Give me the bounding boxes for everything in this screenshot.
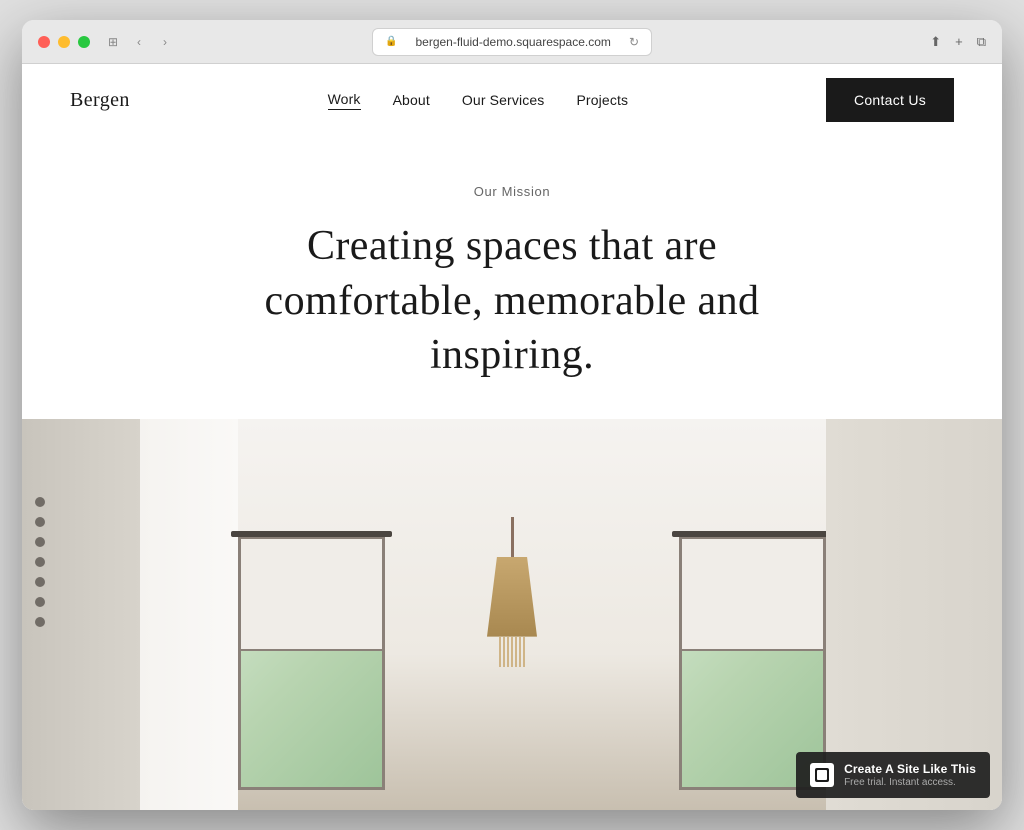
fringe-strand [499,637,501,667]
site-logo[interactable]: Bergen [70,89,130,112]
lock-icon: 🔒 [385,36,397,47]
hero-section: Our Mission Creating spaces that are com… [22,136,1002,419]
titlebar: ⊞ ‹ › 🔒 bergen-fluid-demo.squarespace.co… [22,20,1002,64]
hanging-decoration [487,517,537,667]
hanging-body [487,557,537,637]
url-text: bergen-fluid-demo.squarespace.com [403,35,622,49]
hanging-rod [511,517,514,557]
site-navbar: Bergen Work About Our Services Projects … [22,64,1002,136]
window-rod-left [231,531,392,537]
minimize-button[interactable] [58,36,70,48]
room-image-section: Create A Site Like This Free trial. Inst… [22,419,1002,810]
room-image: Create A Site Like This Free trial. Inst… [22,419,1002,810]
forward-icon[interactable]: › [158,35,172,49]
curtain-rings [35,497,45,627]
fringe-strand [523,637,525,667]
browser-content: Bergen Work About Our Services Projects … [22,64,1002,810]
window-shade-left [241,539,382,651]
hanging-fringe [499,637,525,667]
curtain-ring [35,537,45,547]
squarespace-logo [810,763,834,787]
squarespace-text: Create A Site Like This Free trial. Inst… [844,762,976,788]
hero-title: Creating spaces that are comfortable, me… [262,219,762,383]
curtain-ring [35,617,45,627]
curtain-ring [35,497,45,507]
maximize-button[interactable] [78,36,90,48]
close-button[interactable] [38,36,50,48]
nav-link-projects[interactable]: Projects [576,92,628,108]
url-bar[interactable]: 🔒 bergen-fluid-demo.squarespace.com ↻ [372,28,652,56]
squarespace-badge-title: Create A Site Like This [844,762,976,776]
titlebar-actions: ⬆ + ⧉ [930,34,986,50]
curtain-ring [35,557,45,567]
fringe-strand [519,637,521,667]
window-shade-right [682,539,823,651]
site-nav: Work About Our Services Projects [328,91,629,110]
nav-link-work[interactable]: Work [328,91,361,110]
mac-window: ⊞ ‹ › 🔒 bergen-fluid-demo.squarespace.co… [22,20,1002,810]
contact-us-button[interactable]: Contact Us [826,78,954,122]
curtain-ring [35,577,45,587]
window-rod-right [672,531,833,537]
curtain-ring [35,597,45,607]
curtain-ring [35,517,45,527]
squarespace-badge-subtitle: Free trial. Instant access. [844,777,976,788]
share-icon[interactable]: ⬆ [930,34,941,50]
nav-link-about[interactable]: About [393,92,430,108]
hero-label: Our Mission [62,184,962,199]
window-left [238,536,385,790]
traffic-lights [38,36,90,48]
squarespace-logo-inner [815,768,829,782]
white-curtain-left [140,419,238,810]
refresh-icon[interactable]: ↻ [629,35,639,49]
window-icon[interactable]: ⊞ [106,35,120,49]
fringe-strand [515,637,517,667]
fringe-strand [507,637,509,667]
fringe-strand [511,637,513,667]
titlebar-icons: ⊞ ‹ › [106,35,172,49]
tab-overview-icon[interactable]: ⧉ [977,34,986,50]
new-tab-icon[interactable]: + [955,34,963,49]
nav-link-services[interactable]: Our Services [462,92,545,108]
fringe-strand [503,637,505,667]
squarespace-badge[interactable]: Create A Site Like This Free trial. Inst… [796,752,990,798]
back-icon[interactable]: ‹ [132,35,146,49]
